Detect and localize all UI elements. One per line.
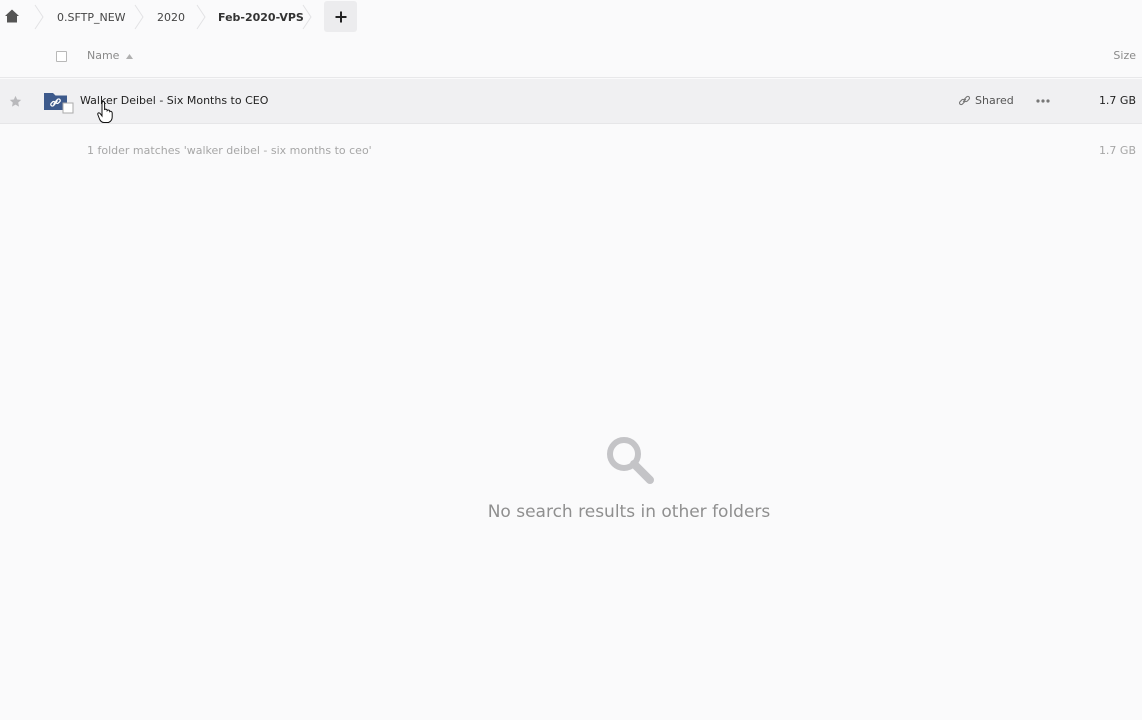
hand-cursor-icon: [97, 101, 113, 123]
star-icon[interactable]: [9, 95, 22, 108]
breadcrumb-separator-icon: [134, 4, 144, 30]
plus-icon: [335, 11, 346, 22]
summary-size: 1.7 GB: [1098, 144, 1136, 157]
breadcrumb-separator-icon: [34, 4, 44, 30]
file-list-header: Name Size: [0, 40, 1142, 78]
empty-state-message: No search results in other folders: [487, 502, 771, 522]
breadcrumb-separator-icon: [196, 4, 206, 30]
breadcrumb-label: 0.SFTP_NEW: [57, 10, 126, 24]
breadcrumb-item-sftp-new[interactable]: 0.SFTP_NEW: [57, 0, 126, 34]
breadcrumb-item-feb-2020-vps[interactable]: Feb-2020-VPS: [218, 0, 304, 34]
search-icon: [607, 437, 654, 484]
new-item-button[interactable]: [324, 1, 357, 32]
breadcrumb-label: 2020: [157, 10, 185, 24]
shared-label: Shared: [975, 94, 1014, 107]
breadcrumb: 0.SFTP_NEW 2020 Feb-2020-VPS: [0, 0, 1142, 34]
breadcrumb-label: Feb-2020-VPS: [218, 10, 304, 24]
search-summary: 1 folder matches 'walker deibel - six mo…: [87, 144, 372, 157]
more-icon[interactable]: [1036, 98, 1050, 104]
size-column-header[interactable]: Size: [1113, 49, 1136, 62]
file-size: 1.7 GB: [1098, 94, 1136, 107]
shared-indicator[interactable]: Shared: [958, 94, 1014, 107]
link-icon: [958, 95, 971, 106]
breadcrumb-item-2020[interactable]: 2020: [157, 0, 185, 34]
select-all-checkbox[interactable]: [56, 51, 67, 62]
sort-ascending-icon[interactable]: [126, 54, 133, 59]
home-icon[interactable]: [4, 8, 20, 24]
file-row[interactable]: Walker Deibel - Six Months to CEO Shared…: [0, 79, 1142, 124]
name-column-header[interactable]: Name: [87, 49, 119, 62]
shared-folder-icon[interactable]: [43, 90, 75, 116]
breadcrumb-separator-icon: [302, 4, 312, 30]
files-app: 0.SFTP_NEW 2020 Feb-2020-VPS Name Size W…: [0, 0, 1142, 720]
